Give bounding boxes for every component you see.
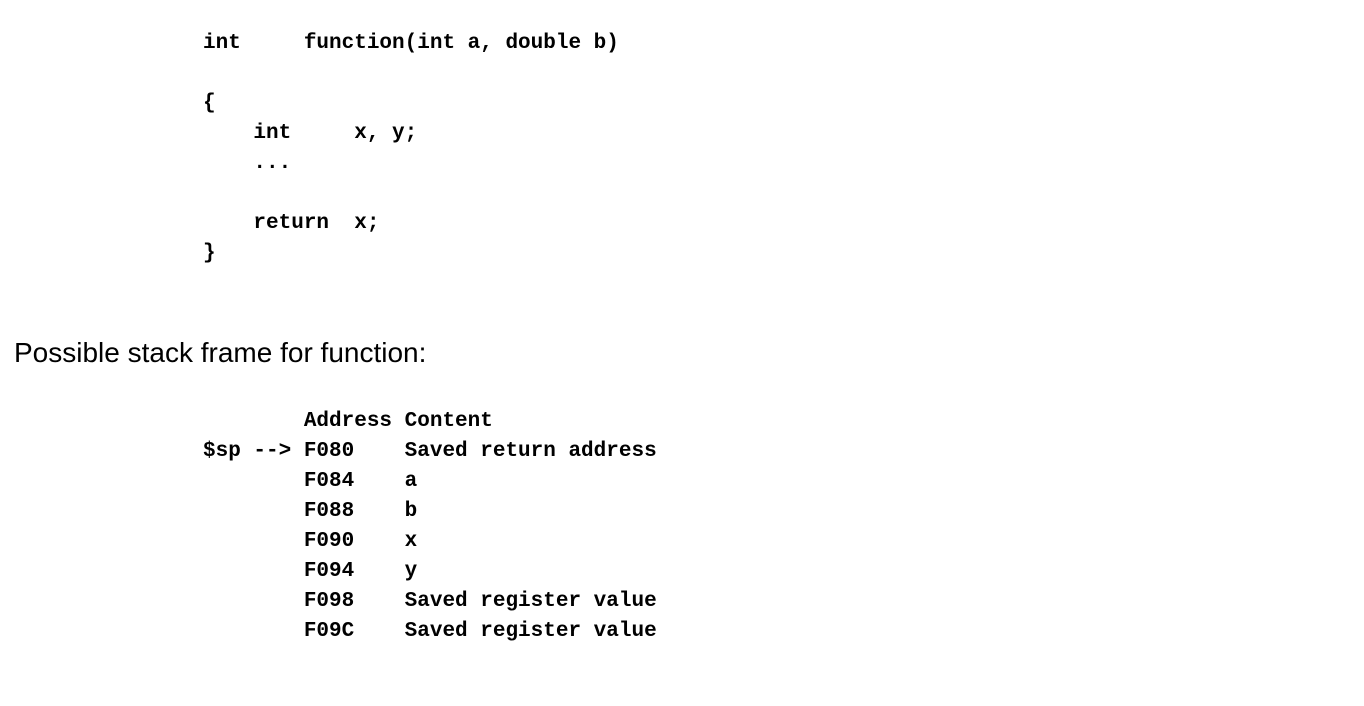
stack-row: F084 a bbox=[203, 470, 418, 493]
code-line-ellipsis: ... bbox=[203, 152, 292, 175]
stack-frame-table: Address Content $sp --> F080 Saved return… bbox=[203, 407, 657, 647]
stack-row: F088 b bbox=[203, 500, 418, 523]
code-line-open-brace: { bbox=[203, 92, 216, 115]
stack-frame-heading: Possible stack frame for function: bbox=[14, 337, 427, 368]
function-code-block: int function(int a, double b) { int x, y;… bbox=[203, 29, 619, 269]
code-line-return: return x; bbox=[203, 212, 380, 235]
stack-row: F094 y bbox=[203, 560, 418, 583]
stack-row-sp: $sp --> F080 Saved return address bbox=[203, 440, 657, 463]
code-line-signature: int function(int a, double b) bbox=[203, 32, 619, 55]
stack-row: F090 x bbox=[203, 530, 418, 553]
stack-row: F09C Saved register value bbox=[203, 620, 657, 643]
stack-header-row: Address Content bbox=[203, 410, 493, 433]
code-line-declaration: int x, y; bbox=[203, 122, 418, 145]
stack-row: F098 Saved register value bbox=[203, 590, 657, 613]
code-line-close-brace: } bbox=[203, 242, 216, 265]
